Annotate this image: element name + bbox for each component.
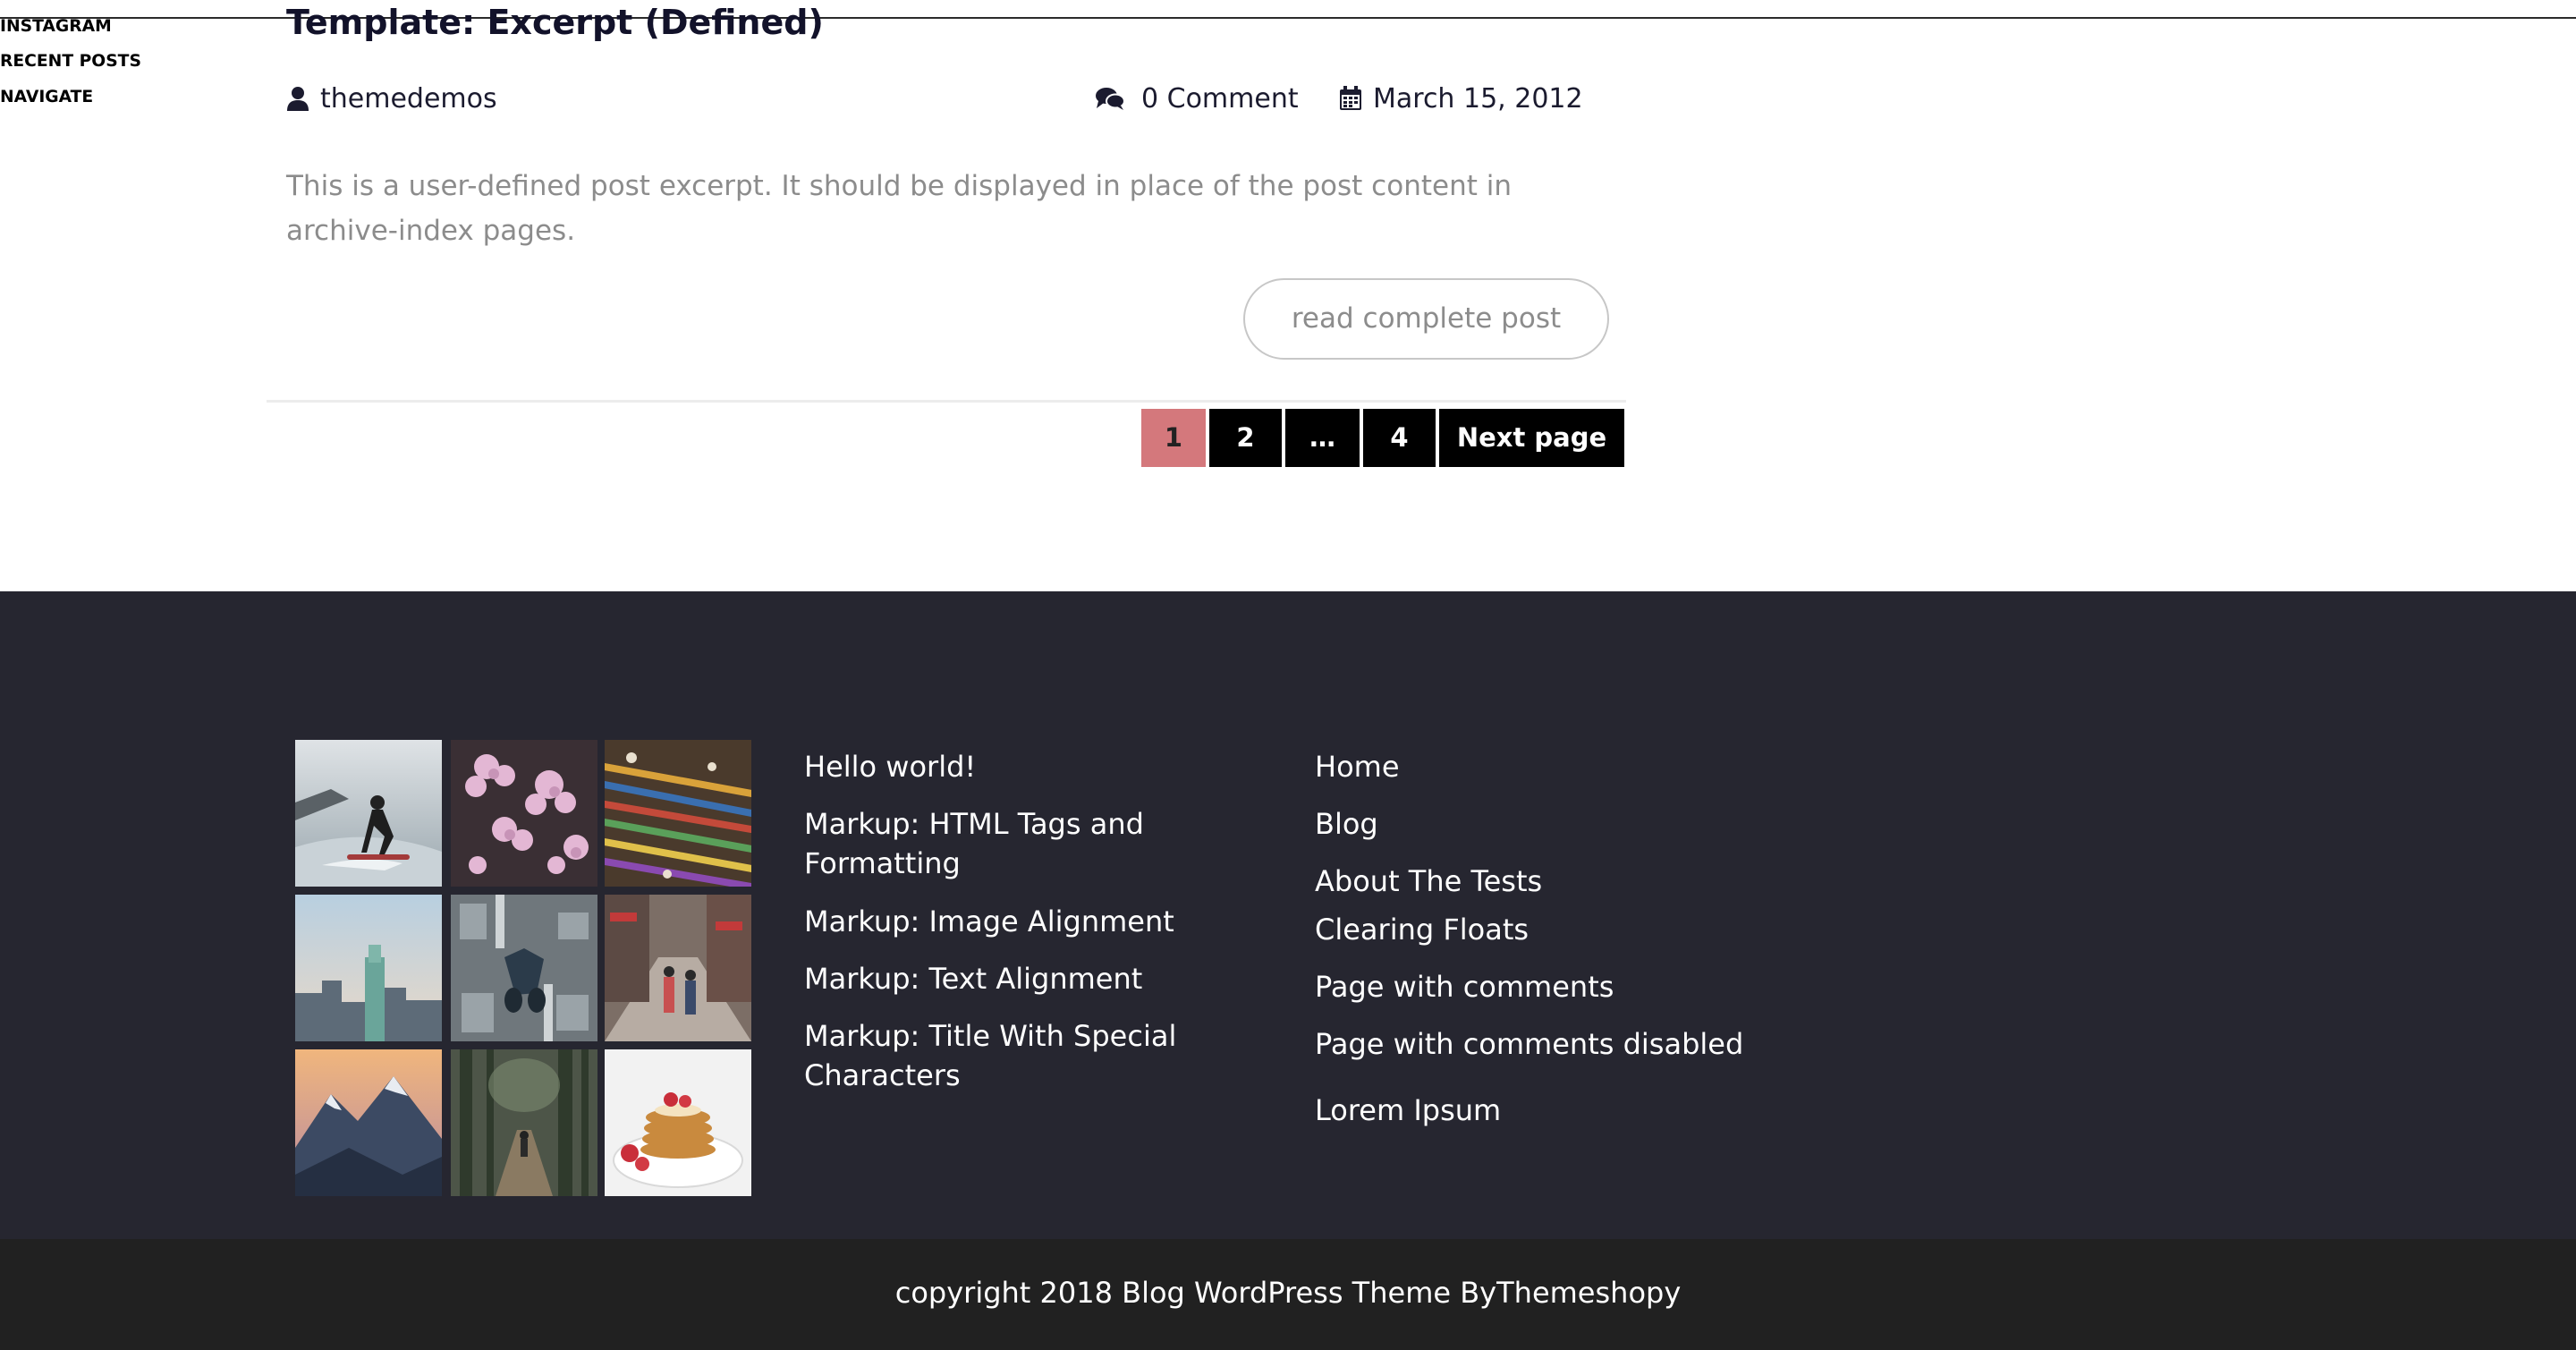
recent-post-link[interactable]: Markup: Text Alignment — [804, 959, 1142, 998]
nav-link-page-with-comments-disabled[interactable]: Page with comments disabled — [1315, 1024, 1743, 1064]
recent-posts-heading: RECENT POSTS — [0, 52, 141, 72]
page-ellipsis: … — [1285, 408, 1360, 467]
post-comments[interactable]: 0 Comment — [1095, 83, 1299, 115]
divider — [267, 399, 1626, 403]
nav-link-blog[interactable]: Blog — [1315, 804, 1378, 844]
post-excerpt: This is a user-defined post excerpt. It … — [286, 169, 1512, 247]
copyright-text: copyright 2018 Blog WordPress Theme ByTh… — [894, 1275, 1682, 1310]
nav-link-lorem-ipsum[interactable]: Lorem Ipsum — [1315, 1091, 1501, 1130]
nav-link-about-the-tests[interactable]: About The Tests — [1315, 862, 1542, 901]
post-author[interactable]: themedemos — [286, 83, 497, 115]
instagram-photo-surfer[interactable] — [295, 739, 442, 887]
post-title[interactable]: Template: Excerpt (Defined) — [286, 3, 824, 42]
instagram-photo-city-skyline[interactable] — [295, 894, 442, 1041]
instagram-photo-city-from-above[interactable] — [451, 894, 597, 1041]
recent-post-link[interactable]: Markup: Image Alignment — [804, 902, 1174, 941]
instagram-photo-mountains[interactable] — [295, 1049, 442, 1196]
post-author-name: themedemos — [320, 82, 497, 115]
read-complete-post-button[interactable]: read complete post — [1243, 277, 1609, 360]
nav-link-clearing-floats[interactable]: Clearing Floats — [1315, 910, 1529, 949]
calendar-icon — [1340, 86, 1361, 111]
comments-icon — [1096, 88, 1125, 111]
instagram-photo-street-market[interactable] — [605, 894, 751, 1041]
instagram-photo-paint-brushes[interactable] — [605, 739, 751, 887]
post-date-text: March 15, 2012 — [1373, 82, 1583, 115]
user-icon — [287, 87, 309, 112]
post-comments-count: 0 Comment — [1141, 82, 1299, 115]
page-4-button[interactable]: 4 — [1363, 408, 1436, 467]
instagram-photo-forest-hiker[interactable] — [451, 1049, 597, 1196]
page-2-button[interactable]: 2 — [1209, 408, 1282, 467]
instagram-photo-pink-flowers[interactable] — [451, 739, 597, 887]
recent-post-link[interactable]: Hello world! — [804, 747, 976, 786]
recent-post-link[interactable]: Markup: Title With Special Characters — [804, 1016, 1224, 1095]
recent-post-link[interactable]: Markup: HTML Tags and Formatting — [804, 804, 1251, 883]
nav-link-page-with-comments[interactable]: Page with comments — [1315, 967, 1614, 1006]
post-date[interactable]: March 15, 2012 — [1339, 83, 1583, 115]
page-1-button[interactable]: 1 — [1141, 408, 1206, 467]
nav-link-home[interactable]: Home — [1315, 747, 1400, 786]
next-page-button[interactable]: Next page — [1439, 408, 1624, 467]
instagram-photo-pancakes[interactable] — [605, 1049, 751, 1196]
